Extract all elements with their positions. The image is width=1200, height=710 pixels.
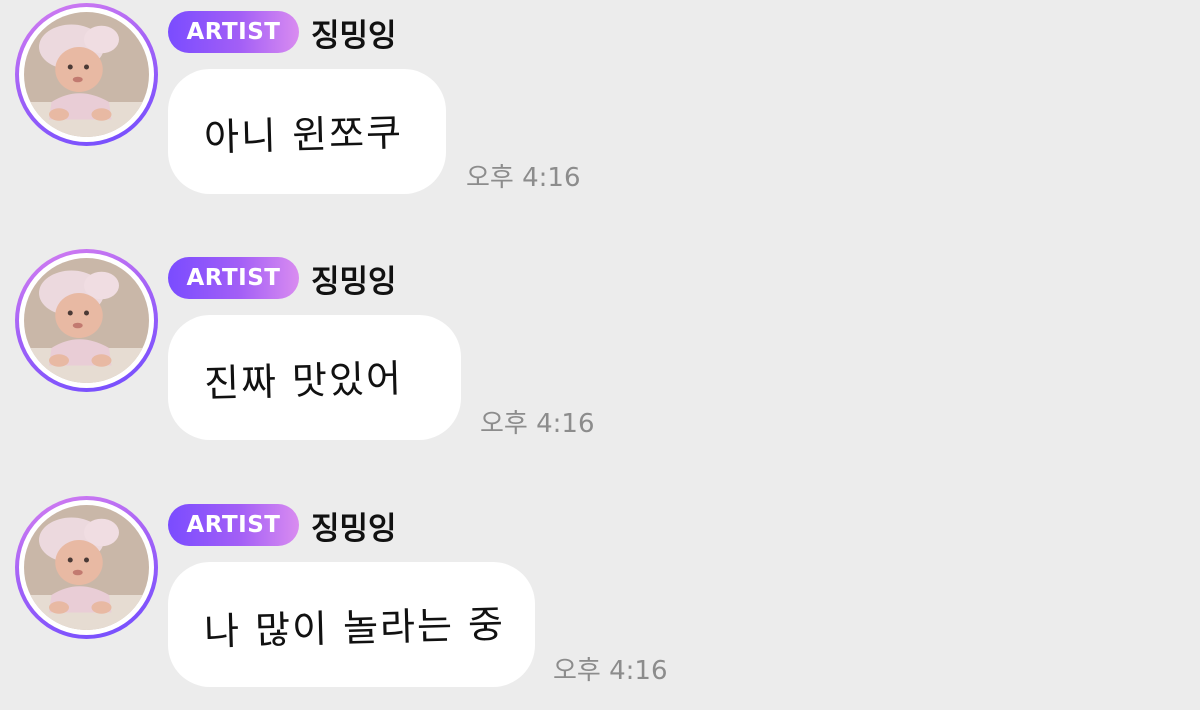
avatar[interactable]: [15, 3, 158, 146]
baby-photo-icon: [24, 258, 149, 383]
chat-message-list: ARTIST 징밍잉 아니 윈쪼쿠 오후 4:16 ARTIST 징밍잉 진짜 …: [0, 0, 1200, 710]
message-timestamp: 오후 4:16: [553, 656, 668, 686]
baby-photo-icon: [24, 12, 149, 137]
message-timestamp: 오후 4:16: [480, 409, 595, 439]
message-bubble[interactable]: 진짜 맛있어: [168, 315, 461, 440]
avatar[interactable]: [15, 496, 158, 639]
message-bubble[interactable]: 나 많이 놀라는 중: [168, 562, 535, 687]
artist-badge: ARTIST: [168, 257, 299, 299]
artist-badge: ARTIST: [168, 11, 299, 53]
message-text: 아니 윈쪼쿠: [203, 110, 404, 160]
sender-name[interactable]: 징밍잉: [311, 503, 397, 548]
message-header: ARTIST 징밍잉: [168, 10, 397, 55]
message-text: 나 많이 놀라는 중: [203, 602, 506, 654]
chat-message: ARTIST 징밍잉 나 많이 놀라는 중 오후 4:16: [0, 496, 1200, 696]
chat-message: ARTIST 징밍잉 아니 윈쪼쿠 오후 4:16: [0, 3, 1200, 203]
avatar[interactable]: [15, 249, 158, 392]
chat-message: ARTIST 징밍잉 진짜 맛있어 오후 4:16: [0, 249, 1200, 449]
message-timestamp: 오후 4:16: [466, 163, 581, 193]
message-bubble[interactable]: 아니 윈쪼쿠: [168, 69, 446, 194]
message-header: ARTIST 징밍잉: [168, 256, 397, 301]
baby-photo-icon: [24, 505, 149, 630]
message-text: 진짜 맛있어: [203, 356, 404, 406]
message-header: ARTIST 징밍잉: [168, 503, 397, 548]
sender-name[interactable]: 징밍잉: [311, 10, 397, 55]
artist-badge: ARTIST: [168, 504, 299, 546]
sender-name[interactable]: 징밍잉: [311, 256, 397, 301]
